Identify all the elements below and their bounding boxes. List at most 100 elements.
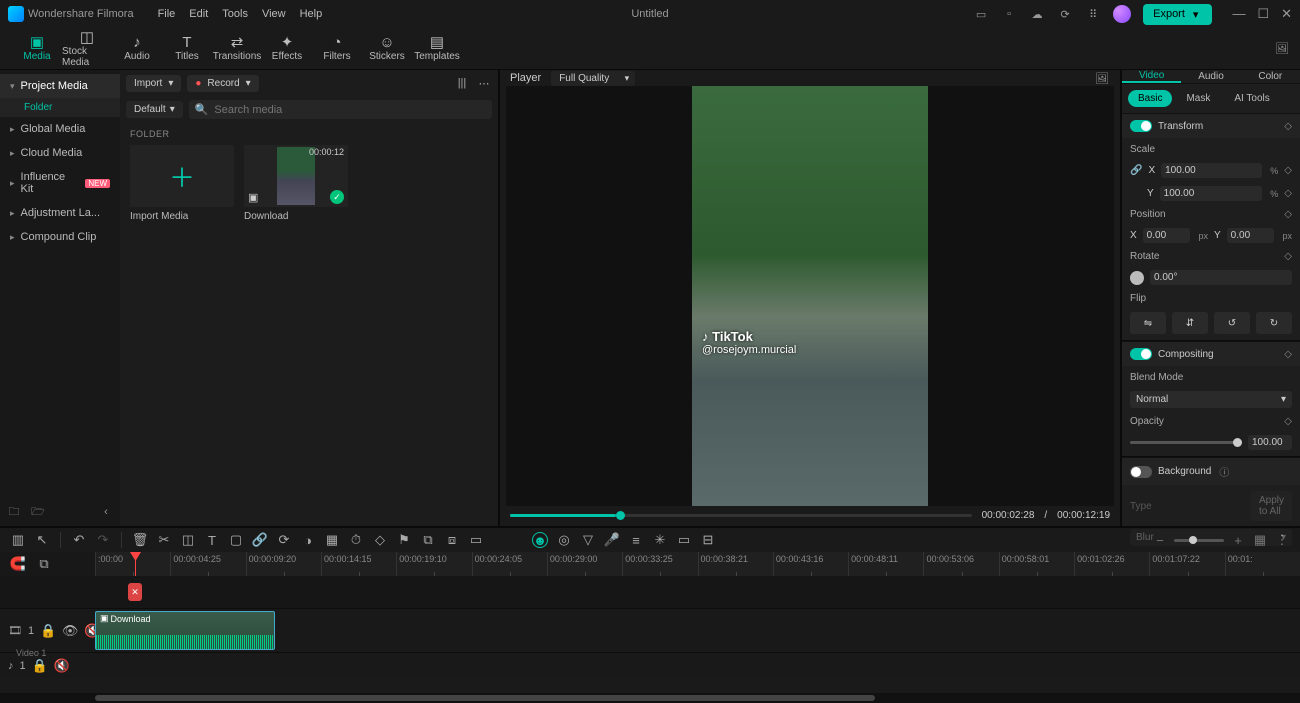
record-button[interactable]: ●Record▾: [187, 75, 258, 92]
rotate-field[interactable]: [1150, 270, 1292, 285]
redo-icon[interactable]: ↷: [95, 532, 111, 548]
menu-file[interactable]: File: [158, 8, 176, 20]
mode-titles[interactable]: TTitles: [162, 29, 212, 69]
timeline-scrollbar[interactable]: [0, 693, 1300, 703]
menu-tools[interactable]: Tools: [222, 8, 248, 20]
keyframe-icon[interactable]: ◇: [1284, 416, 1292, 427]
beat-icon[interactable]: ✳: [652, 532, 668, 548]
zoom-slider[interactable]: [1174, 539, 1224, 542]
target-icon[interactable]: ◎: [556, 532, 572, 548]
menu-view[interactable]: View: [262, 8, 286, 20]
mode-effects[interactable]: ✦Effects: [262, 29, 312, 69]
keyframe-icon[interactable]: ◇: [1284, 209, 1292, 220]
delete-icon[interactable]: 🗑: [132, 532, 148, 548]
playhead[interactable]: [135, 552, 136, 576]
device-icon[interactable]: ▭: [973, 6, 989, 22]
subtab-ai[interactable]: AI Tools: [1224, 90, 1279, 107]
playback-progress[interactable]: [510, 514, 972, 517]
mode-filters[interactable]: ◔Filters: [312, 29, 362, 69]
export-button[interactable]: Export▾: [1143, 4, 1212, 25]
sidebar-item-project[interactable]: ▾Project Media: [0, 74, 120, 98]
timeline-ruler[interactable]: 🧲 ⧉ :00:0000:00:04:2500:00:09:2000:00:14…: [0, 552, 1300, 576]
subtab-basic[interactable]: Basic: [1128, 90, 1172, 107]
sidebar-item-cloud[interactable]: ▸Cloud Media: [0, 141, 120, 165]
mode-audio[interactable]: ♪Audio: [112, 29, 162, 69]
compositing-header[interactable]: Compositing ◇: [1122, 342, 1300, 366]
thumb-import[interactable]: ＋ Import Media: [130, 145, 234, 222]
filter-columns-icon[interactable]: |||: [454, 75, 470, 91]
keyframe-tl-icon[interactable]: ◇: [372, 532, 388, 548]
text-icon[interactable]: T: [204, 532, 220, 548]
linkclip-icon[interactable]: ⧉: [36, 556, 52, 572]
apps-icon[interactable]: ⠿: [1085, 6, 1101, 22]
speed-icon[interactable]: ⟳: [276, 532, 292, 548]
player-tab[interactable]: Player: [510, 72, 541, 84]
new-bin-icon[interactable]: 🗁: [30, 504, 46, 520]
magnet-icon[interactable]: 🧲: [10, 556, 26, 572]
aspect2-icon[interactable]: ▭: [676, 532, 692, 548]
color-icon[interactable]: ◑: [300, 532, 316, 548]
skimmer-handle[interactable]: ✕: [128, 583, 142, 601]
marker-icon[interactable]: ⚑: [396, 532, 412, 548]
new-folder-icon[interactable]: 🗀: [6, 504, 22, 520]
tl-cursor-icon[interactable]: ↖: [34, 532, 50, 548]
menu-help[interactable]: Help: [300, 8, 323, 20]
mode-stock[interactable]: ◫Stock Media: [62, 29, 112, 69]
effects-icon[interactable]: ▦: [324, 532, 340, 548]
refresh-icon[interactable]: ⟳: [1057, 6, 1073, 22]
background-toggle[interactable]: [1130, 466, 1152, 478]
window-minimize[interactable]: —: [1232, 6, 1245, 22]
keyframe-icon[interactable]: ◇: [1284, 188, 1292, 199]
sidebar-sub-folder[interactable]: Folder: [0, 98, 120, 117]
window-close[interactable]: ✕: [1281, 6, 1292, 22]
tab-video[interactable]: Video: [1122, 70, 1181, 83]
track-lock-icon[interactable]: 🔒: [40, 623, 56, 639]
mode-templates[interactable]: ▤Templates: [412, 29, 462, 69]
rotate-cw-button[interactable]: ↻: [1256, 312, 1292, 334]
tab-color[interactable]: Color: [1241, 70, 1300, 83]
snapshot-mode-icon[interactable]: 🖼: [1274, 41, 1290, 57]
caption-icon[interactable]: ⊟: [700, 532, 716, 548]
video-clip[interactable]: ▣Download: [95, 611, 275, 650]
tab-audio[interactable]: Audio: [1181, 70, 1240, 83]
track-visible-icon[interactable]: 👁: [62, 623, 78, 639]
background-header[interactable]: Background ⓘ: [1122, 458, 1300, 485]
pos-y-field[interactable]: [1227, 228, 1275, 243]
mode-media[interactable]: ▣Media: [12, 29, 62, 69]
opacity-field[interactable]: [1248, 435, 1292, 450]
track-mute-icon[interactable]: 🔇: [54, 658, 70, 674]
keyframe-icon[interactable]: ◇: [1284, 349, 1292, 360]
sidebar-item-global[interactable]: ▸Global Media: [0, 117, 120, 141]
blend-mode-select[interactable]: Normal▾: [1130, 391, 1292, 408]
progress-knob[interactable]: [616, 511, 625, 520]
window-maximize[interactable]: ☐: [1257, 6, 1269, 22]
link-icon[interactable]: 🔗: [252, 532, 268, 548]
more-menu-icon[interactable]: ⋯: [476, 75, 492, 91]
scale-x-field[interactable]: [1161, 163, 1262, 178]
collapse-sidebar-icon[interactable]: ‹: [98, 504, 114, 520]
import-button[interactable]: Import▾: [126, 75, 181, 92]
subtab-mask[interactable]: Mask: [1176, 90, 1220, 107]
save-icon[interactable]: ▫: [1001, 6, 1017, 22]
quality-select[interactable]: Full Quality: [551, 71, 635, 86]
apply-to-all-button[interactable]: Apply to All: [1251, 491, 1292, 521]
rotate-ccw-button[interactable]: ↺: [1214, 312, 1250, 334]
mixer-icon[interactable]: ≡: [628, 532, 644, 548]
keyframe-icon[interactable]: ◇: [1284, 121, 1292, 132]
menu-edit[interactable]: Edit: [189, 8, 208, 20]
sidebar-item-influence[interactable]: ▸Influence KitNEW: [0, 165, 120, 201]
opacity-slider[interactable]: [1130, 441, 1242, 444]
flip-h-button[interactable]: ⇋: [1130, 312, 1166, 334]
search-input[interactable]: 🔍: [189, 100, 492, 119]
render-icon[interactable]: ▭: [468, 532, 484, 548]
scale-y-field[interactable]: [1160, 186, 1263, 201]
keyframe-icon[interactable]: ◇: [1284, 251, 1292, 262]
thumb-download[interactable]: 00:00:12 ▣ ✓ Download: [244, 145, 348, 222]
info-icon[interactable]: ⓘ: [1219, 464, 1229, 479]
ai-face-icon[interactable]: ☻: [532, 532, 548, 548]
mode-transitions[interactable]: ⇄Transitions: [212, 29, 262, 69]
voiceover-icon[interactable]: 🎤: [604, 532, 620, 548]
mode-stickers[interactable]: ☺Stickers: [362, 29, 412, 69]
compositing-toggle[interactable]: [1130, 348, 1152, 360]
crop2-icon[interactable]: ▢: [228, 532, 244, 548]
